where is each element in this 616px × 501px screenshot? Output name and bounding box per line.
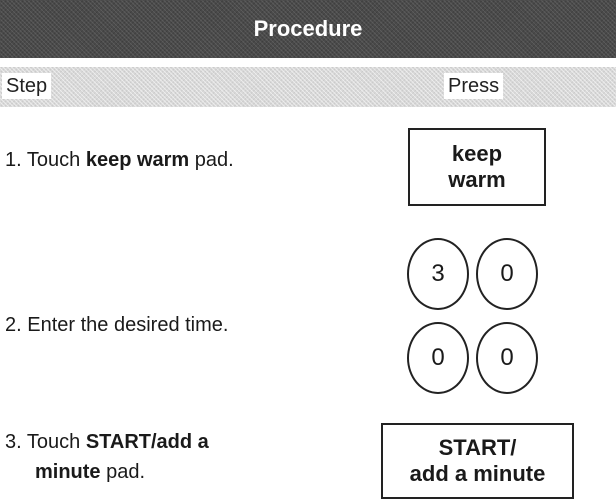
procedure-header: Procedure <box>0 0 616 58</box>
press-column-label: Press <box>444 73 504 99</box>
step-1-instruction: 1. Touch keep warm pad. <box>5 145 234 175</box>
step-1-number: 1. <box>5 149 22 171</box>
digit-key-3[interactable]: 0 <box>407 322 469 394</box>
step-3-number: 3. <box>5 431 22 453</box>
keep-warm-key-line2: warm <box>448 167 506 192</box>
step-3-line2: minute pad. <box>5 457 325 487</box>
step-3-text-after: pad. <box>100 461 146 483</box>
step-column-label: Step <box>2 73 52 99</box>
digit-key-1[interactable]: 3 <box>407 238 469 310</box>
keep-warm-key[interactable]: keep warm <box>408 128 546 206</box>
step-3-instruction: 3. Touch START/add a minute pad. <box>5 427 325 487</box>
step-3-bold-line2: minute <box>35 461 101 483</box>
step-3-text-before: Touch <box>26 431 86 453</box>
step-2-number: 2. <box>5 314 22 336</box>
start-key-line1: START/ <box>438 435 517 460</box>
keep-warm-key-line1: keep <box>451 141 503 166</box>
step-2-text: Enter the desired time. <box>27 314 229 336</box>
digit-key-2[interactable]: 0 <box>476 238 538 310</box>
step-1-text-before: Touch <box>26 149 86 171</box>
step-1-text-after: pad. <box>189 149 234 171</box>
start-key-line2: add a minute <box>409 461 546 486</box>
start-add-minute-key[interactable]: START/ add a minute <box>381 423 574 499</box>
step-1-bold: keep warm <box>85 149 190 171</box>
column-header-row: Step Press <box>0 67 616 107</box>
step-2-instruction: 2. Enter the desired time. <box>5 310 228 340</box>
digit-key-4[interactable]: 0 <box>476 322 538 394</box>
step-3-bold-line1: START/add a <box>85 431 209 453</box>
procedure-title: Procedure <box>253 16 363 41</box>
